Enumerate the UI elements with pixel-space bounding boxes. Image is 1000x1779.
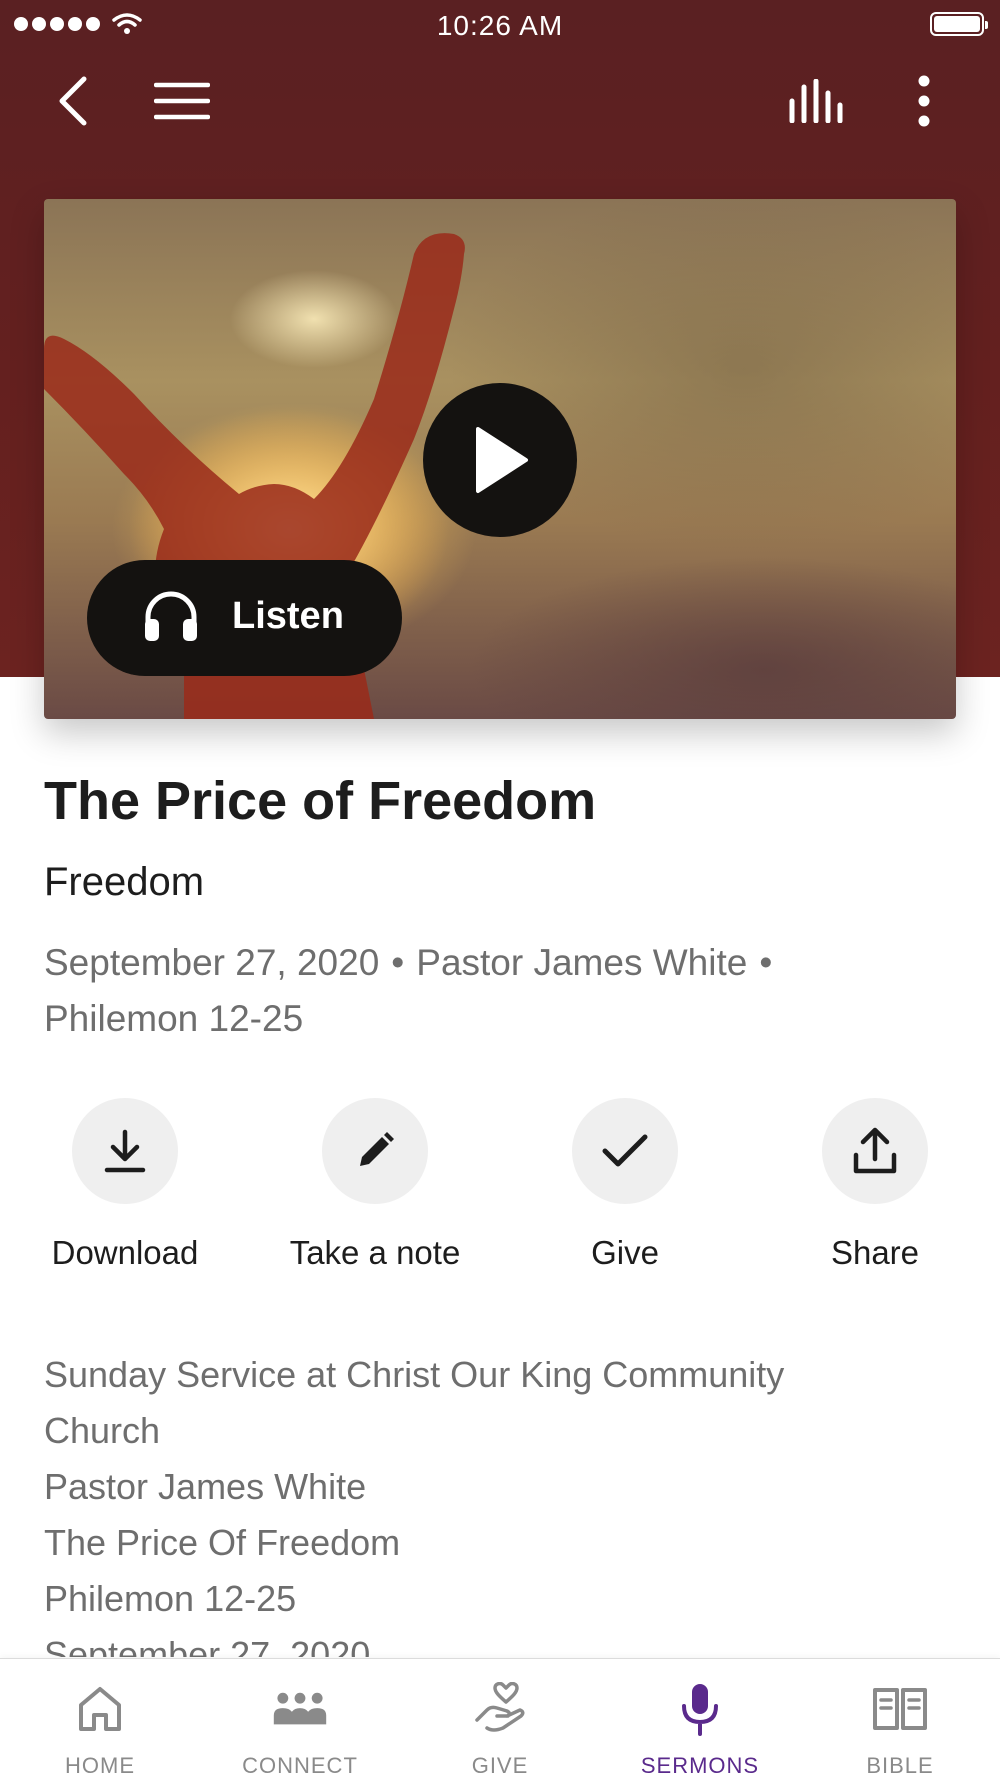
tab-sermons-label: SERMONS xyxy=(640,1753,760,1778)
give-circle xyxy=(572,1098,678,1204)
back-button[interactable] xyxy=(38,66,108,136)
tab-connect[interactable]: CONNECT xyxy=(200,1659,400,1779)
description-line: Pastor James White xyxy=(44,1466,367,1507)
description-line: Church xyxy=(44,1410,161,1451)
download-icon xyxy=(104,1129,146,1173)
chevron-left-icon xyxy=(59,76,87,126)
more-button[interactable] xyxy=(889,66,959,136)
sermon-meta: September 27, 2020 • Pastor James White • Ph… xyxy=(44,935,904,1047)
audio-bars-icon xyxy=(789,79,843,123)
download-button[interactable]: Download xyxy=(0,1098,250,1272)
sermon-series: Freedom xyxy=(44,860,205,904)
battery-icon xyxy=(930,12,988,36)
meta-separator: • xyxy=(391,942,405,983)
tab-bible[interactable]: BIBLE xyxy=(800,1659,1000,1779)
take-note-label: Take a note xyxy=(289,1234,461,1271)
people-icon xyxy=(273,1692,327,1725)
share-icon xyxy=(853,1127,897,1174)
take-note-circle xyxy=(322,1098,428,1204)
tab-sermons[interactable]: SERMONS xyxy=(600,1659,800,1779)
hamburger-menu-icon xyxy=(154,82,210,120)
sermon-description: Sunday Service at Christ Our King Commun… xyxy=(44,1347,944,1657)
sermon-artwork: Listen xyxy=(44,199,956,719)
share-label: Share xyxy=(830,1234,920,1271)
status-bar: 10:26 AM xyxy=(0,0,1000,50)
description-line: Philemon 12-25 xyxy=(44,1578,297,1619)
sermon-date: September 27, 2020 xyxy=(44,942,380,983)
give-hand-heart-icon xyxy=(475,1682,525,1732)
microphone-icon xyxy=(682,1684,718,1736)
tab-home-label: HOME xyxy=(65,1753,135,1778)
checkmark-icon xyxy=(602,1134,648,1167)
tab-give-label: GIVE xyxy=(471,1753,529,1778)
download-circle xyxy=(72,1098,178,1204)
listen-button[interactable]: Listen xyxy=(87,560,402,676)
tab-connect-label: CONNECT xyxy=(242,1753,358,1778)
tab-home[interactable]: HOME xyxy=(0,1659,200,1779)
menu-button[interactable] xyxy=(147,66,217,136)
play-button[interactable] xyxy=(423,383,577,537)
sermon-speaker: Pastor James White xyxy=(416,942,748,983)
give-label: Give xyxy=(591,1234,659,1271)
listen-label: Listen xyxy=(232,595,344,637)
sermon-title: The Price of Freedom xyxy=(44,771,597,831)
description-line: September 27, 2020 xyxy=(44,1634,371,1657)
meta-separator: • xyxy=(759,942,773,983)
headphones-icon xyxy=(145,591,197,641)
description-line: Sunday Service at Christ Our King Commun… xyxy=(44,1354,785,1395)
share-circle xyxy=(822,1098,928,1204)
audio-button[interactable] xyxy=(782,66,852,136)
share-button[interactable]: Share xyxy=(750,1098,1000,1272)
play-icon xyxy=(476,427,528,493)
take-note-button[interactable]: Take a note xyxy=(250,1098,500,1272)
tab-give[interactable]: GIVE xyxy=(400,1659,600,1779)
status-time: 10:26 AM xyxy=(436,10,564,41)
sermon-scripture: Philemon 12-25 xyxy=(44,998,304,1039)
tab-bible-label: BIBLE xyxy=(866,1753,934,1778)
bottom-tab-bar: HOME CONNECT GIVE SERMONS BIBLE xyxy=(0,1658,1000,1779)
download-label: Download xyxy=(51,1234,199,1271)
pencil-icon xyxy=(360,1132,394,1166)
description-line: The Price Of Freedom xyxy=(44,1522,401,1563)
open-book-icon xyxy=(873,1688,927,1730)
home-icon xyxy=(79,1687,121,1731)
more-vertical-icon xyxy=(918,75,930,127)
give-button[interactable]: Give xyxy=(500,1098,750,1272)
